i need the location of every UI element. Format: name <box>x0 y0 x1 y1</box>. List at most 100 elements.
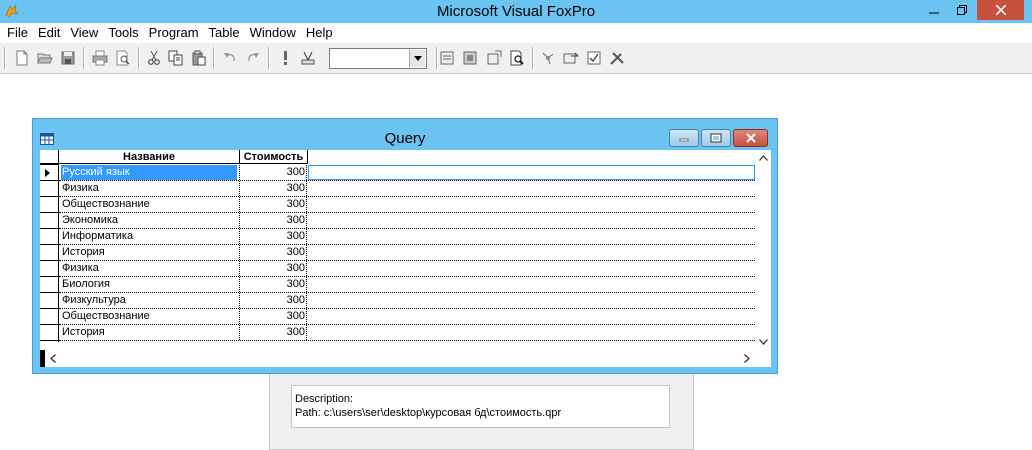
table-row[interactable]: История 300 <box>59 245 755 261</box>
table-row[interactable]: Информатика 300 <box>59 229 755 245</box>
database-button[interactable] <box>484 48 504 68</box>
cell-name[interactable]: Физкультура <box>61 293 237 308</box>
query-close-button[interactable] <box>733 129 768 147</box>
redo-button[interactable] <box>243 48 263 68</box>
column-header-cost[interactable]: Стоимость <box>240 150 308 164</box>
cut-button[interactable] <box>144 48 164 68</box>
task-list-button[interactable] <box>584 48 604 68</box>
print-preview-button[interactable] <box>113 48 133 68</box>
record-selector[interactable] <box>40 181 58 197</box>
record-selector[interactable] <box>40 197 58 213</box>
menu-tools[interactable]: Tools <box>103 24 143 42</box>
command-window-button[interactable] <box>507 48 527 68</box>
chevron-down-icon[interactable] <box>409 50 425 67</box>
scroll-up-button[interactable] <box>755 150 771 166</box>
copy-button[interactable] <box>166 48 186 68</box>
cell-name[interactable]: Экономика <box>61 213 237 228</box>
cell-name[interactable]: Физика <box>61 181 237 196</box>
toolbar-combo[interactable] <box>329 48 427 69</box>
cell-cost[interactable]: 300 <box>239 229 307 244</box>
record-selector[interactable] <box>40 213 58 229</box>
modify-form-button[interactable] <box>298 48 318 68</box>
cell-name[interactable]: Информатика <box>61 229 237 244</box>
horizontal-scrollbar[interactable] <box>40 350 771 367</box>
cell-cost[interactable]: 300 <box>239 277 307 292</box>
restore-button[interactable] <box>948 0 976 20</box>
query-maximize-button[interactable] <box>701 129 731 147</box>
cell-name[interactable]: Русский язык <box>61 165 237 180</box>
table-row[interactable]: Физика 300 <box>59 181 755 197</box>
record-selector[interactable] <box>40 325 58 341</box>
run-button[interactable] <box>275 48 295 68</box>
save-icon <box>61 51 75 65</box>
table-row[interactable]: Обществознание 300 <box>59 309 755 325</box>
menu-help[interactable]: Help <box>301 24 338 42</box>
record-selector[interactable] <box>40 309 58 325</box>
chevron-left-icon <box>50 354 56 363</box>
form-wizard-button[interactable] <box>437 48 457 68</box>
new-button[interactable] <box>12 48 32 68</box>
table-row[interactable]: Биология 300 <box>59 277 755 293</box>
toolbox-button[interactable] <box>607 48 627 68</box>
toolbar-separator <box>268 47 270 69</box>
record-selector[interactable] <box>40 261 58 277</box>
minimize-button[interactable] <box>920 0 948 20</box>
cell-name[interactable]: История <box>61 325 237 340</box>
record-selector[interactable] <box>40 229 58 245</box>
partition-splitter[interactable] <box>40 350 45 367</box>
code-references-button[interactable] <box>561 48 581 68</box>
record-selector[interactable] <box>40 277 58 293</box>
minimize-icon <box>679 138 689 142</box>
paste-button[interactable] <box>189 48 209 68</box>
table-row[interactable]: Физика 300 <box>59 261 755 277</box>
cell-name[interactable]: История <box>61 245 237 260</box>
cell-cost[interactable]: 300 <box>239 261 307 276</box>
cell-cost[interactable]: 300 <box>239 309 307 324</box>
menu-window[interactable]: Window <box>245 24 301 42</box>
table-row[interactable]: Русский язык 300 <box>59 165 755 181</box>
cell-name[interactable]: Биология <box>61 277 237 292</box>
undo-icon <box>224 53 235 62</box>
table-row[interactable]: Обществознание 300 <box>59 197 755 213</box>
scroll-left-button[interactable] <box>46 350 60 367</box>
cell-cost[interactable]: 300 <box>239 197 307 212</box>
open-button[interactable] <box>35 48 55 68</box>
cell-cost[interactable]: 300 <box>239 213 307 228</box>
vertical-scrollbar[interactable] <box>755 150 771 350</box>
column-header-name[interactable]: Название <box>59 150 240 164</box>
cell-name[interactable]: Обществознание <box>61 309 237 324</box>
cell-cost[interactable]: 300 <box>239 245 307 260</box>
menu-program[interactable]: Program <box>144 24 204 42</box>
toolbar-separator <box>213 47 215 69</box>
cell-cost[interactable]: 300 <box>239 293 307 308</box>
cell-cost[interactable]: 300 <box>239 165 307 180</box>
menu-file[interactable]: File <box>2 24 33 42</box>
report-button[interactable] <box>460 48 480 68</box>
record-selector[interactable] <box>40 165 58 181</box>
cell-name[interactable]: Физика <box>61 261 237 276</box>
undo-button[interactable] <box>220 48 240 68</box>
table-row[interactable]: Экономика 300 <box>59 213 755 229</box>
close-button[interactable] <box>977 0 1024 20</box>
code-references-icon <box>563 52 579 64</box>
cell-cost[interactable]: 300 <box>239 325 307 340</box>
table-row[interactable]: Физкультура 300 <box>59 293 755 309</box>
path-label: Path: c:\users\ser\desktop\курсовая бд\с… <box>295 407 562 419</box>
maximize-icon <box>710 133 722 143</box>
menu-view[interactable]: View <box>65 24 103 42</box>
cell-name[interactable]: Обществознание <box>61 197 237 212</box>
browse-grid[interactable]: Название Стоимость Русский язык 300 Физика… <box>40 150 771 367</box>
scroll-thumb[interactable] <box>757 168 769 238</box>
scroll-down-button[interactable] <box>755 334 771 350</box>
record-selector[interactable] <box>40 245 58 261</box>
scroll-right-button[interactable] <box>740 350 754 367</box>
cell-cost[interactable]: 300 <box>239 181 307 196</box>
print-button[interactable] <box>90 48 110 68</box>
data-session-button[interactable] <box>538 48 558 68</box>
table-row[interactable]: История 300 <box>59 325 755 341</box>
save-button[interactable] <box>58 48 78 68</box>
menu-table[interactable]: Table <box>204 24 245 42</box>
menu-edit[interactable]: Edit <box>33 24 65 42</box>
query-minimize-button[interactable] <box>669 129 699 147</box>
record-selector[interactable] <box>40 293 58 309</box>
